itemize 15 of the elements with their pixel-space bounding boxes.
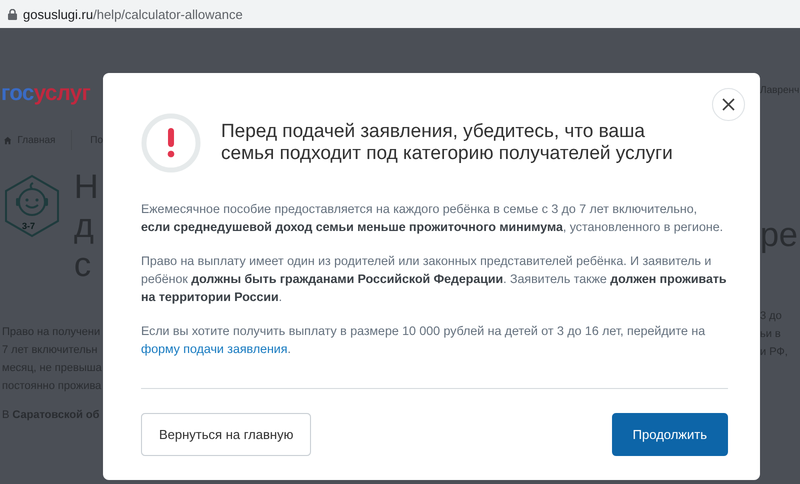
close-button[interactable]: [712, 88, 745, 121]
form-link[interactable]: форму подачи заявления: [141, 342, 288, 356]
home-icon: [4, 136, 12, 144]
close-icon: [722, 98, 735, 111]
age-caption: 3-7: [22, 221, 36, 231]
dialog-paragraph: Ежемесячное пособие предоставляется на каждого ребёнка в семье с 3 до 7 лет включительно, если среднедушевой доход семьи меньше прожиточного минимума, установленного в регионе.: [141, 201, 724, 236]
back-button[interactable]: Вернуться на главную: [141, 413, 312, 456]
url-text[interactable]: gosuslugi.ru/help/calculator-allowance: [23, 6, 243, 22]
dialog-title: Перед подачей заявления, убедитесь, что ваша семья подходит под категорию получателей услуги: [221, 121, 674, 165]
lock-icon: [8, 8, 17, 20]
alert-icon: [141, 113, 201, 173]
logo-text: госуслуг: [1, 80, 90, 106]
continue-button[interactable]: Продолжить: [612, 413, 728, 456]
dialog-paragraph: Право на выплату имеет один из родителей или законных представителей ребёнка. И заявитель и ребёнок должны быть гражданами Российской Федерации. Заявитель также должен проживать на территории России.: [141, 253, 728, 306]
dialog-paragraph: Если вы хотите получить выплату в размере 10 000 рублей на детей от 3 до 16 лет, перейдите на форму подачи заявления.: [141, 323, 706, 358]
